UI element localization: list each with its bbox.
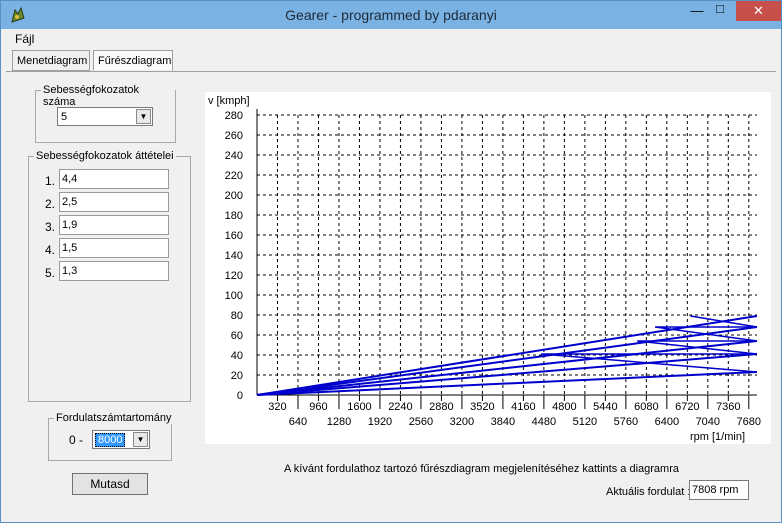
ratio-input-1[interactable]: 4,4	[59, 169, 169, 189]
y-tick-label: 160	[225, 230, 243, 242]
y-tick-label: 40	[231, 350, 243, 362]
rpm-range-title: Fordulatszámtartomány	[54, 412, 174, 424]
x-tick-label: 6080	[634, 401, 658, 413]
x-tick-label: 960	[309, 401, 327, 413]
x-tick-label: 5120	[573, 416, 597, 428]
x-tick-label: 2560	[409, 416, 433, 428]
x-tick-label: 4160	[511, 401, 535, 413]
rpm-range-select[interactable]: 8000 ▼	[92, 430, 150, 449]
ratio-label-5: 5.	[45, 266, 56, 280]
y-tick-label: 120	[225, 270, 243, 282]
y-tick-label: 180	[225, 210, 243, 222]
title-bar[interactable]: Gearer - programmed by pdaranyi — □ ✕	[1, 1, 781, 29]
x-tick-label: 4800	[552, 401, 576, 413]
ratio-input-3[interactable]: 1,9	[59, 215, 169, 235]
y-tick-label: 20	[231, 370, 243, 382]
ratio-label-2: 2.	[45, 197, 56, 211]
x-tick-label: 7680	[737, 416, 761, 428]
rpm-from-label: 0 -	[69, 433, 84, 447]
x-tick-label: 6400	[655, 416, 679, 428]
y-tick-label: 240	[225, 150, 243, 162]
x-tick-label: 640	[289, 416, 307, 428]
saw-diagram-chart[interactable]: 2802602402202001801601401201008060402003…	[205, 92, 771, 444]
x-tick-label: 7040	[696, 416, 720, 428]
y-tick-label: 200	[225, 190, 243, 202]
minimize-button[interactable]: —	[686, 3, 708, 23]
gear-count-title: Sebességfokozatok száma	[41, 84, 175, 108]
x-tick-label: 1280	[327, 416, 351, 428]
y-tick-label: 60	[231, 330, 243, 342]
gear-ratios-title: Sebességfokozatok áttételei	[34, 150, 176, 162]
ratio-label-1: 1.	[45, 174, 56, 188]
show-button[interactable]: Mutasd	[72, 473, 148, 495]
gear-count-select[interactable]: 5 ▼	[57, 107, 153, 126]
saw-diagram-plot[interactable]: 280 260 240 220 200 180 160 140 120 100 80 60 40 20 0 3…	[205, 92, 771, 444]
current-rpm-value: 7808 rpm	[689, 480, 749, 500]
close-button[interactable]: ✕	[736, 1, 781, 21]
tab-fureszdiagram[interactable]: Fűrészdiagram	[93, 50, 173, 71]
x-tick-label: 320	[268, 401, 286, 413]
x-axis-label: rpm [1/min]	[690, 431, 745, 443]
menu-file[interactable]: Fájl	[15, 32, 34, 46]
y-tick-label: 280	[225, 110, 243, 122]
x-tick-label: 2240	[388, 401, 412, 413]
ratio-label-4: 4.	[45, 243, 56, 257]
y-tick-label: 220	[225, 170, 243, 182]
y-tick-label: 140	[225, 250, 243, 262]
current-rpm-label: Aktuális fordulat :	[606, 486, 691, 498]
tab-menetdiagram[interactable]: Menetdiagram	[12, 50, 90, 71]
maximize-button[interactable]: □	[709, 1, 731, 21]
gear-ratios-group: Sebességfokozatok áttételei 1. 4,4 2. 2,…	[28, 150, 191, 402]
tab-divider	[6, 71, 776, 72]
y-tick-label: 100	[225, 290, 243, 302]
x-tick-label: 5760	[614, 416, 638, 428]
y-tick-label: 0	[237, 390, 243, 402]
x-tick-label: 3200	[450, 416, 474, 428]
gear-count-value: 5	[61, 111, 68, 123]
x-tick-label: 3840	[491, 416, 515, 428]
menu-bar: Fájl	[1, 29, 781, 49]
x-tick-label: 6720	[675, 401, 699, 413]
chevron-down-icon[interactable]: ▼	[136, 109, 151, 124]
x-tick-label: 1600	[347, 401, 371, 413]
gear-count-group: Sebességfokozatok száma 5 ▼	[35, 84, 176, 143]
y-tick-label: 80	[231, 310, 243, 322]
ratio-input-5[interactable]: 1,3	[59, 261, 169, 281]
window-title: Gearer - programmed by pdaranyi	[285, 7, 497, 23]
ratio-input-2[interactable]: 2,5	[59, 192, 169, 212]
x-tick-label: 5440	[593, 401, 617, 413]
x-tick-label: 1920	[368, 416, 392, 428]
ratio-label-3: 3.	[45, 220, 56, 234]
ratio-input-4[interactable]: 1,5	[59, 238, 169, 258]
x-tick-label: 2880	[429, 401, 453, 413]
y-axis-label: v [kmph]	[208, 95, 250, 107]
gear-line-3	[256, 340, 758, 396]
x-tick-label: 4480	[532, 416, 556, 428]
y-tick-label: 260	[225, 130, 243, 142]
rpm-range-value: 8000	[95, 433, 126, 447]
x-tick-label: 3520	[470, 401, 494, 413]
x-tick-label: 7360	[716, 401, 740, 413]
chevron-down-icon[interactable]: ▼	[133, 432, 148, 447]
hint-text: A kívánt fordulathoz tartozó fűrészdiagr…	[284, 463, 679, 475]
app-window: Gearer - programmed by pdaranyi — □ ✕ Fá…	[0, 0, 782, 523]
